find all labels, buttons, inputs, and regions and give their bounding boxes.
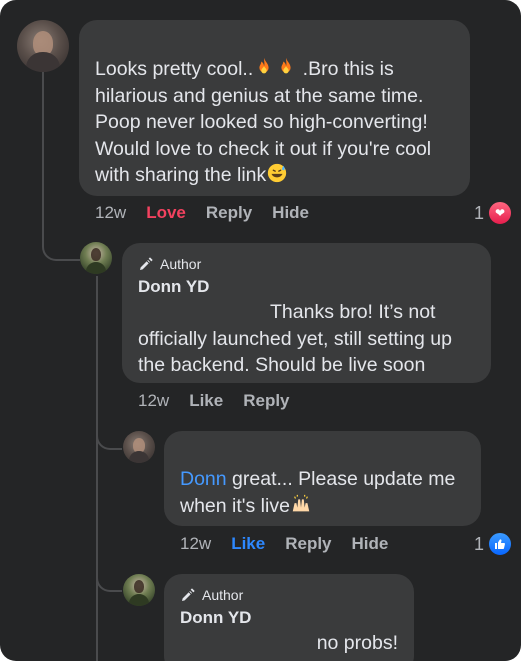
thread-line-reply-1 <box>96 276 98 661</box>
reaction-count: 1 <box>474 202 485 223</box>
author-badge: Author <box>138 255 475 273</box>
hide-button[interactable]: Hide <box>272 203 309 223</box>
comment-bubble: Donn great... Please update me when it's… <box>164 431 481 526</box>
author-badge: Author <box>180 586 398 604</box>
avatar[interactable] <box>123 574 155 606</box>
comment-text: Donn great... Please update me when it's… <box>180 468 456 517</box>
comment-actions: 12w Love Reply Hide <box>95 203 329 223</box>
comment-text: no probs! <box>316 632 398 654</box>
comment-text: Looks pretty cool.. .Bro this is hilario… <box>95 57 432 186</box>
comment-actions: 12w Like Reply <box>138 391 310 411</box>
comment-timestamp[interactable]: 12w <box>138 391 169 411</box>
comment-actions: 12w Like Reply Hide <box>180 534 408 554</box>
comment-author-name[interactable]: Donn YD <box>138 277 475 297</box>
avatar[interactable] <box>123 431 155 463</box>
hide-button[interactable]: Hide <box>352 534 389 554</box>
mention-link[interactable]: Donn <box>180 468 227 490</box>
pen-icon <box>182 588 195 601</box>
reply-button[interactable]: Reply <box>206 203 252 223</box>
comment-timestamp[interactable]: 12w <box>95 203 126 223</box>
pen-icon <box>140 257 153 270</box>
author-badge-label: Author <box>160 256 202 272</box>
comment-bubble: Looks pretty cool.. .Bro this is hilario… <box>79 20 470 196</box>
comment-author-name[interactable]: Donn YD <box>180 608 398 628</box>
comment-timestamp[interactable]: 12w <box>180 534 211 554</box>
thread-line-root <box>42 72 44 232</box>
raising-hands-emoji-icon <box>292 494 310 511</box>
reaction-summary[interactable]: 1 <box>474 531 514 557</box>
thread-curve-reply-1 <box>42 225 80 261</box>
heart-icon: ❤ <box>487 200 514 226</box>
thread-curve-reply-3 <box>96 560 122 592</box>
fire-emoji-icon <box>259 57 269 74</box>
comment-text: Thanks bro! It’s not officially launched… <box>138 301 452 376</box>
thumbs-up-icon <box>487 531 514 557</box>
love-reaction-button[interactable]: Love <box>146 203 186 223</box>
comment-thread: Looks pretty cool.. .Bro this is hilario… <box>0 0 521 661</box>
like-button[interactable]: Like <box>231 534 265 554</box>
fire-emoji-icon <box>281 57 291 74</box>
comment-bubble: Author Donn YD no probs! <box>164 574 414 661</box>
like-button[interactable]: Like <box>189 391 223 411</box>
thread-curve-reply-2 <box>96 418 122 450</box>
reply-button[interactable]: Reply <box>285 534 331 554</box>
reaction-summary[interactable]: 1 ❤ <box>474 200 514 226</box>
reaction-count: 1 <box>474 533 485 554</box>
avatar[interactable] <box>17 20 69 72</box>
avatar[interactable] <box>80 242 112 274</box>
comment-bubble: Author Donn YD Thanks bro! It’s not offi… <box>122 243 491 383</box>
reply-button[interactable]: Reply <box>243 391 289 411</box>
author-badge-label: Author <box>202 587 244 603</box>
grinning-sweat-emoji-icon <box>268 163 287 183</box>
